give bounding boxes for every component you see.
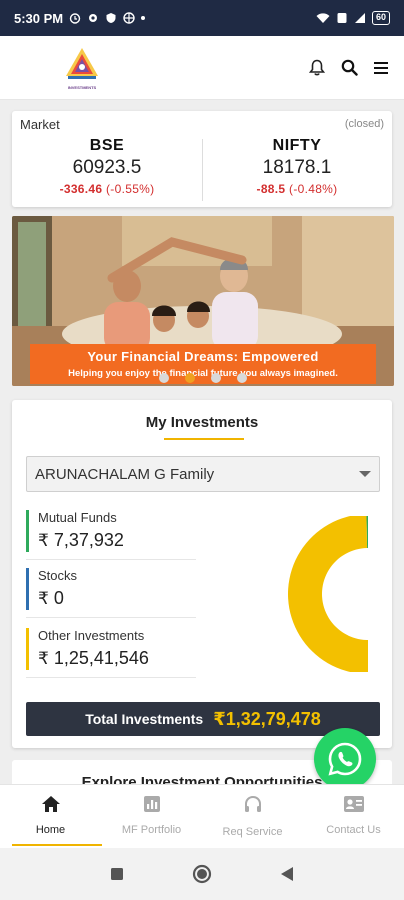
grid-icon: [123, 12, 135, 24]
bse-value: 60923.5: [72, 157, 142, 178]
nav-home[interactable]: Home: [0, 785, 102, 848]
total-investments-label: Total Investments: [85, 711, 204, 727]
chevron-down-icon: [359, 471, 371, 477]
bse-index[interactable]: BSE 60923.5 -336.46 (-0.55%): [12, 137, 202, 196]
bse-name: BSE: [89, 137, 125, 154]
rupee-symbol: ₹: [38, 589, 49, 608]
other-investments-color-bar: [26, 628, 29, 670]
total-investments-amount: 1,32,79,478: [225, 708, 321, 729]
family-dropdown-value: ARUNACHALAM G Family: [35, 465, 215, 483]
settings-icon: [89, 14, 98, 22]
investments-title: My Investments: [145, 414, 259, 431]
recents-icon[interactable]: [110, 867, 124, 881]
mutual-funds-amount: 7,37,932: [53, 530, 124, 550]
logo-emblem-icon: [66, 47, 98, 79]
promo-banner[interactable]: Your Financial Dreams: Empowered Helping…: [12, 216, 394, 386]
nifty-value: 18178.1: [262, 157, 332, 178]
nav-req-service[interactable]: Req Service: [202, 785, 303, 848]
family-dropdown[interactable]: ARUNACHALAM G Family: [26, 456, 380, 492]
nav-req-service-label: Req Service: [222, 826, 283, 838]
carousel-dots: [12, 373, 394, 383]
home-icon: [41, 796, 60, 812]
nifty-index[interactable]: NIFTY 18178.1 -88.5 (-0.48%): [202, 137, 392, 196]
stocks-row[interactable]: Stocks ₹ 0: [26, 566, 196, 618]
whatsapp-icon: [328, 742, 362, 776]
carousel-dot[interactable]: [159, 373, 169, 383]
search-icon[interactable]: [340, 59, 358, 77]
bse-change: -336.46 (-0.55%): [12, 182, 202, 196]
total-investments-value: ₹1,32,79,478: [213, 709, 321, 730]
contact-card-icon: [343, 796, 364, 812]
bse-change-percent: (-0.55%): [106, 182, 155, 196]
stocks-label: Stocks: [38, 568, 78, 583]
app-logo[interactable]: INVESTMENTS: [62, 46, 102, 90]
other-investments-label: Other Investments: [38, 628, 145, 643]
nav-home-label: Home: [35, 824, 66, 836]
bell-icon[interactable]: [308, 59, 326, 77]
nav-contact-us-label: Contact Us: [326, 824, 381, 836]
nifty-change-percent: (-0.48%): [289, 182, 338, 196]
stocks-value: ₹ 0: [38, 588, 196, 609]
status-bar: 5:30 PM 60: [0, 0, 404, 36]
carousel-dot[interactable]: [237, 373, 247, 383]
mutual-funds-row[interactable]: Mutual Funds ₹ 7,37,932: [26, 508, 196, 560]
signal-icon: [354, 13, 365, 23]
system-navigation-bar: [0, 848, 404, 900]
status-time: 5:30 PM: [14, 10, 64, 26]
nav-mf-portfolio[interactable]: MF Portfolio: [101, 785, 202, 848]
nifty-name: NIFTY: [272, 137, 322, 154]
investment-donut-chart: [288, 516, 388, 672]
alarm-icon: [69, 13, 81, 24]
mutual-funds-label: Mutual Funds: [38, 510, 117, 525]
rupee-symbol: ₹: [38, 649, 49, 668]
donut-clip-mask: [368, 516, 388, 672]
headset-icon: [244, 795, 261, 812]
market-card: Market (closed) BSE 60923.5 -336.46 (-0.…: [12, 111, 392, 207]
home-button-icon[interactable]: [192, 864, 212, 884]
shield-icon: [106, 13, 116, 23]
rupee-symbol: ₹: [38, 531, 49, 550]
bse-change-points: -336.46: [59, 182, 103, 196]
active-tab-indicator: [12, 844, 102, 846]
nav-contact-us[interactable]: Contact Us: [303, 785, 404, 848]
stocks-amount: 0: [53, 588, 64, 608]
other-investments-amount: 1,25,41,546: [53, 648, 149, 668]
other-investments-value: ₹ 1,25,41,546: [38, 648, 196, 669]
nifty-change-points: -88.5: [256, 182, 286, 196]
notification-dot: [141, 16, 146, 20]
bottom-navigation: Home MF Portfolio Req Service Contact Us: [0, 784, 404, 848]
sim-icon: [337, 13, 347, 23]
market-status: (closed): [344, 118, 384, 130]
nav-mf-portfolio-label: MF Portfolio: [121, 824, 182, 836]
whatsapp-button[interactable]: [314, 728, 376, 790]
other-investments-row[interactable]: Other Investments ₹ 1,25,41,546: [26, 626, 196, 678]
stocks-color-bar: [26, 568, 29, 610]
battery-icon: 60: [371, 11, 390, 25]
banner-headline: Your Financial Dreams: Empowered: [87, 349, 319, 364]
app-header: INVESTMENTS: [0, 36, 404, 100]
mutual-funds-value: ₹ 7,37,932: [38, 530, 196, 551]
back-icon[interactable]: [280, 866, 294, 882]
total-investments-bar: Total Investments ₹1,32,79,478: [26, 702, 380, 736]
market-title: Market: [20, 117, 60, 132]
rupee-symbol: ₹: [213, 708, 226, 729]
nifty-change: -88.5 (-0.48%): [202, 182, 392, 196]
title-underline: [164, 438, 244, 440]
chart-icon: [143, 796, 160, 812]
carousel-dot-active[interactable]: [185, 373, 195, 383]
carousel-dot[interactable]: [211, 373, 221, 383]
mutual-funds-color-bar: [26, 510, 29, 552]
investments-card: My Investments ARUNACHALAM G Family Mutu…: [12, 400, 392, 748]
menu-icon[interactable]: [372, 59, 390, 77]
wifi-icon: [316, 13, 330, 23]
logo-text: INVESTMENTS: [67, 84, 97, 90]
